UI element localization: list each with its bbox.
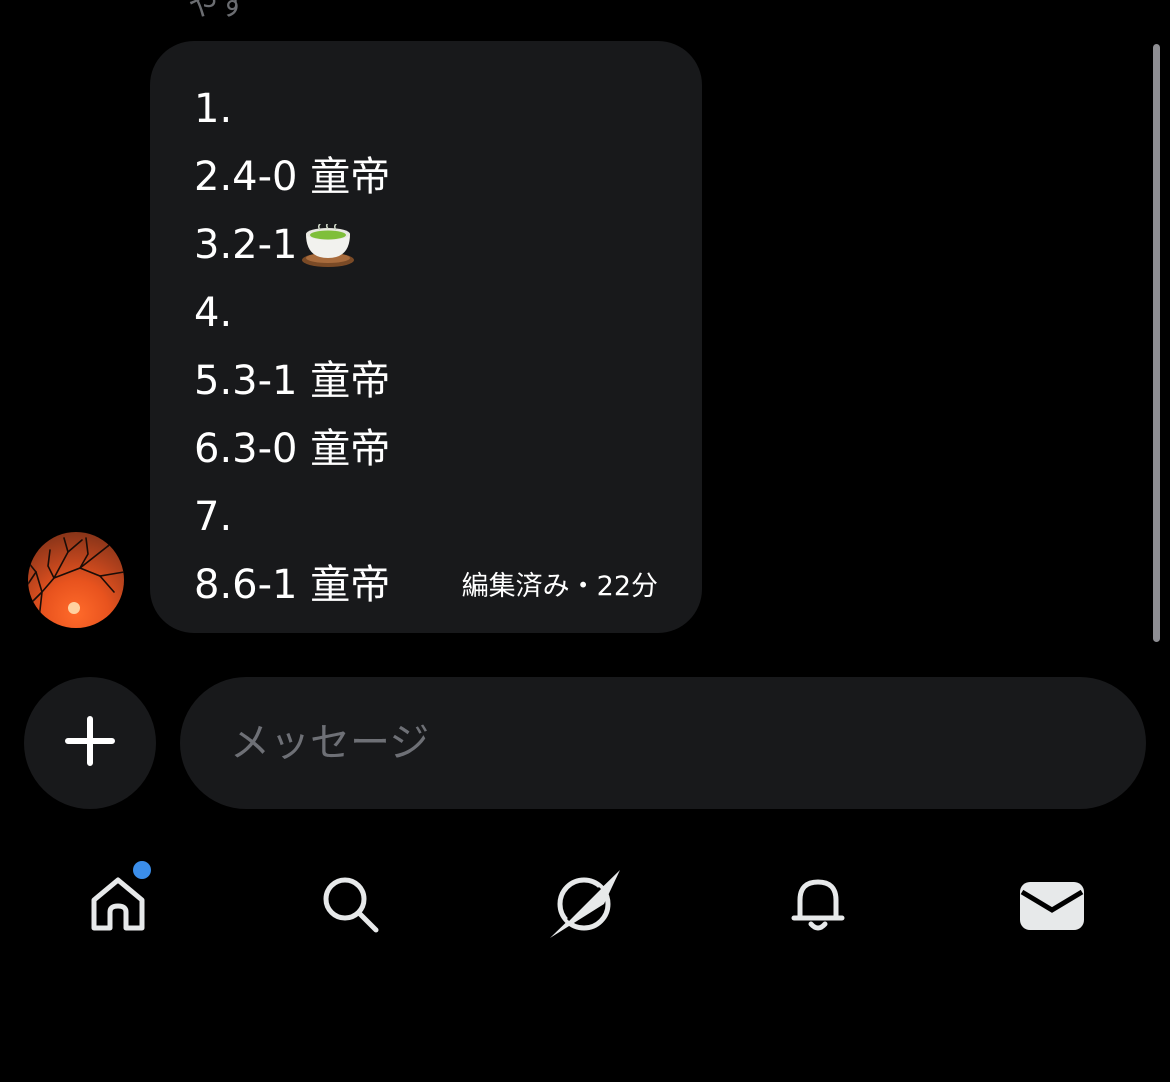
nav-explore[interactable]: [544, 866, 624, 946]
message-line: 6.3-0 童帝: [194, 426, 391, 472]
message-line-text: 3.2-1: [194, 222, 298, 268]
nav-messages[interactable]: [1012, 866, 1092, 946]
message-line: 7.: [194, 494, 233, 540]
message-input[interactable]: [180, 677, 1146, 809]
mail-icon: [1018, 872, 1086, 940]
message-line: 1.: [194, 86, 233, 132]
home-icon: [86, 872, 150, 940]
avatar[interactable]: [28, 532, 124, 628]
message-line: 2.4-0 童帝: [194, 154, 391, 200]
scrollbar[interactable]: [1153, 44, 1160, 642]
notification-dot: [133, 861, 151, 879]
sender-name: やす: [188, 0, 248, 23]
message-line: 3.2-1: [194, 211, 390, 279]
add-button[interactable]: [24, 677, 156, 809]
bell-icon: [786, 872, 850, 940]
nav-search[interactable]: [310, 866, 390, 946]
message-line: 8.6-1 童帝: [194, 562, 391, 608]
search-icon: [318, 872, 382, 940]
message-line: 4.: [194, 290, 233, 336]
message-meta: 編集済み・22分: [461, 571, 658, 602]
message-line: 5.3-1 童帝: [194, 358, 391, 404]
plus-icon: [64, 715, 116, 771]
explore-icon: [544, 864, 624, 948]
nav-notifications[interactable]: [778, 866, 858, 946]
tea-cup-icon: [300, 221, 356, 289]
message-bubble[interactable]: 1. 2.4-0 童帝 3.2-1 4. 5.3-1 童帝 6.3-0 童帝 7…: [150, 41, 702, 633]
message-lines: 1. 2.4-0 童帝 3.2-1 4. 5.3-1 童帝 6.3-0 童帝 7…: [194, 75, 390, 619]
